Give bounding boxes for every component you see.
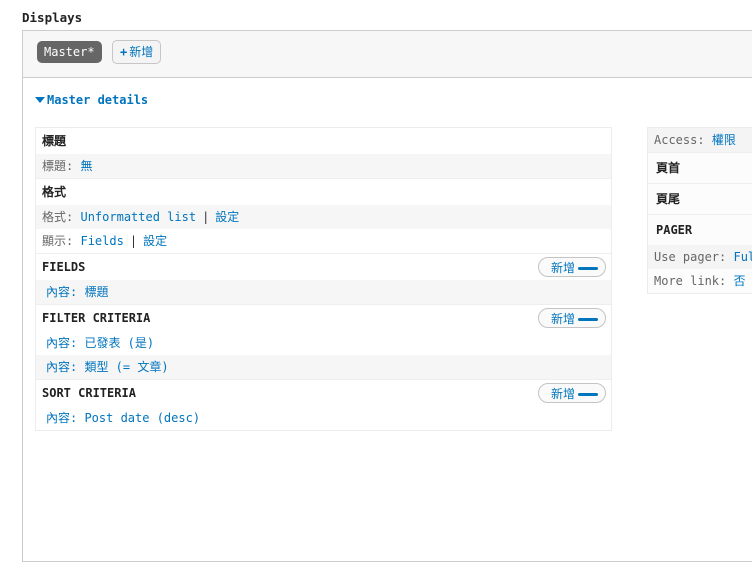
access-value-link[interactable]: 權限 xyxy=(712,133,736,147)
caret-down-icon xyxy=(35,97,45,103)
filter-item-link[interactable]: 內容: 已發表 (是) xyxy=(46,336,154,350)
sort-heading-label: SORT CRITERIA xyxy=(42,386,136,400)
filter-item: 內容: 類型 (= 文章) xyxy=(36,355,611,379)
format-row-label: 格式: xyxy=(42,210,74,224)
more-link-value[interactable]: 否 xyxy=(733,274,745,288)
add-sort-label: 新增 xyxy=(551,387,576,401)
tab-master[interactable]: Master* xyxy=(37,41,102,63)
master-details-label: Master details xyxy=(47,93,149,107)
title-row-label: 標題: xyxy=(42,159,74,173)
section-fields-heading: FIELDS 新增 xyxy=(36,253,611,280)
field-item: 內容: 標題 xyxy=(36,280,611,304)
more-link-row: More link: 否 xyxy=(648,269,752,293)
title-value-link[interactable]: 無 xyxy=(80,159,92,173)
add-filter-label: 新增 xyxy=(551,312,576,326)
dropdown-bar-icon xyxy=(578,393,598,396)
access-row: Access: 權限 | xyxy=(648,128,752,152)
use-pager-label: Use pager: xyxy=(654,250,727,264)
format-separator: | xyxy=(202,210,210,224)
add-field-label: 新增 xyxy=(551,261,576,275)
section-format-heading: 格式 xyxy=(36,178,611,205)
advanced-settings-column: Access: 權限 | 頁首 頁尾 PAGER Use pager: Ful … xyxy=(647,127,752,294)
pager-section-heading: PAGER xyxy=(648,214,752,245)
format-row: 格式: Unformatted list | 設定 xyxy=(36,205,611,229)
footer-section-heading: 頁尾 xyxy=(648,183,752,214)
section-filter-heading: FILTER CRITERIA 新增 xyxy=(36,304,611,331)
add-display-label: 新增 xyxy=(129,45,154,59)
show-value-link[interactable]: Fields xyxy=(80,234,123,248)
displays-panel: Master* + 新增 Master details 標題 標題: 無 格式 格… xyxy=(22,30,752,562)
use-pager-link[interactable]: Ful xyxy=(733,250,752,264)
filter-heading-label: FILTER CRITERIA xyxy=(42,311,151,325)
dropdown-bar-icon xyxy=(578,318,598,321)
display-tab-bar: Master* + 新增 xyxy=(23,31,752,78)
main-settings-column: 標題 標題: 無 格式 格式: Unformatted list | 設定 顯示: … xyxy=(35,127,612,431)
add-sort-button[interactable]: 新增 xyxy=(538,383,606,403)
master-details-toggle[interactable]: Master details xyxy=(35,93,148,107)
add-display-button[interactable]: + 新增 xyxy=(112,40,162,64)
access-label: Access: xyxy=(654,133,705,147)
dropdown-bar-icon xyxy=(578,267,598,270)
fields-heading-label: FIELDS xyxy=(42,260,86,274)
format-settings-link[interactable]: 設定 xyxy=(215,210,239,224)
show-row: 顯示: Fields | 設定 xyxy=(36,229,611,253)
use-pager-row: Use pager: Ful xyxy=(648,245,752,269)
plus-icon: + xyxy=(120,45,128,59)
field-item-link[interactable]: 內容: 標題 xyxy=(46,285,108,299)
section-title-heading: 標題 xyxy=(42,134,67,148)
displays-heading: Displays xyxy=(22,10,83,25)
header-section-heading: 頁首 xyxy=(648,152,752,183)
filter-item-link[interactable]: 內容: 類型 (= 文章) xyxy=(46,360,169,374)
add-filter-button[interactable]: 新增 xyxy=(538,308,606,328)
add-field-button[interactable]: 新增 xyxy=(538,257,606,277)
sort-item-link[interactable]: 內容: Post date (desc) xyxy=(46,411,200,425)
sort-item: 內容: Post date (desc) xyxy=(36,406,611,430)
title-row: 標題: 無 xyxy=(36,154,611,178)
show-separator: | xyxy=(129,234,138,248)
section-sort-heading: SORT CRITERIA 新增 xyxy=(36,379,611,406)
format-value-link[interactable]: Unformatted list xyxy=(80,210,196,224)
show-row-label: 顯示: xyxy=(42,234,74,248)
filter-item: 內容: 已發表 (是) xyxy=(36,331,611,355)
more-link-label: More link: xyxy=(654,274,727,288)
show-settings-link[interactable]: 設定 xyxy=(143,234,167,248)
